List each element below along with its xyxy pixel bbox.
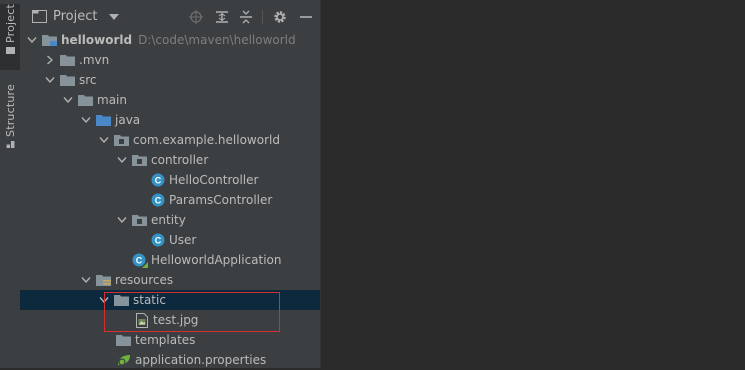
structure-tool-tab[interactable]: Structure xyxy=(0,84,20,154)
svg-text:C: C xyxy=(155,176,162,186)
tree-label: .mvn xyxy=(79,53,110,67)
tree-label: HelloController xyxy=(169,173,259,187)
project-tool-tab[interactable]: Project xyxy=(0,4,20,70)
tree-label: templates xyxy=(135,333,196,347)
chevron-down-icon xyxy=(80,274,92,286)
package-icon xyxy=(114,132,130,148)
tree-label: main xyxy=(97,93,127,107)
chevron-down-icon xyxy=(26,34,38,46)
structure-icon xyxy=(6,140,14,148)
spring-boot-class-icon: C xyxy=(132,252,148,268)
package-icon xyxy=(132,152,148,168)
tree-node-project-root[interactable]: helloworld D:\code\maven\helloworld xyxy=(20,30,326,50)
expand-all-icon xyxy=(216,11,228,23)
project-tab-label: Project xyxy=(3,4,17,44)
crosshair-icon xyxy=(189,10,203,24)
svg-text:C: C xyxy=(155,196,162,206)
chevron-down-icon xyxy=(44,74,56,86)
tree-label: com.example.helloworld xyxy=(133,133,280,147)
tree-label: HelloworldApplication xyxy=(151,253,282,267)
tree-label: User xyxy=(169,233,197,247)
dropdown-caret-icon xyxy=(109,13,120,20)
tree-node-main[interactable]: main xyxy=(20,90,362,110)
tree-label: resources xyxy=(115,273,174,287)
tree-label: ParamsController xyxy=(169,193,273,207)
tree-label: controller xyxy=(151,153,209,167)
chevron-down-icon xyxy=(98,294,110,306)
editor-area[interactable] xyxy=(321,0,745,368)
tree-label: src xyxy=(79,73,97,87)
minimize-icon xyxy=(300,16,312,18)
project-name: helloworld xyxy=(61,33,133,47)
folder-icon xyxy=(114,292,130,308)
project-panel: Project helloworld D:\code\maven\hellowo… xyxy=(20,0,321,368)
package-icon xyxy=(132,212,148,228)
panel-header: Project xyxy=(20,0,320,34)
settings-button[interactable] xyxy=(272,9,288,25)
source-folder-icon xyxy=(96,112,112,128)
spring-properties-icon xyxy=(116,352,132,368)
structure-tab-label: Structure xyxy=(3,84,17,137)
folder-icon xyxy=(60,72,76,88)
hide-panel-button[interactable] xyxy=(298,9,314,25)
expand-all-button[interactable] xyxy=(214,9,230,25)
tree-node-src[interactable]: src xyxy=(20,70,344,90)
tree-label: java xyxy=(115,113,141,127)
collapse-all-button[interactable] xyxy=(238,9,254,25)
tree-label: application.properties xyxy=(135,353,267,367)
image-file-icon xyxy=(134,312,150,328)
view-selector[interactable]: Project xyxy=(32,9,120,24)
gear-icon xyxy=(274,11,286,23)
java-class-icon: C xyxy=(150,172,166,188)
collapse-all-icon xyxy=(240,10,252,24)
svg-text:C: C xyxy=(155,236,162,246)
tree-label: test.jpg xyxy=(153,313,199,327)
folder-icon xyxy=(116,332,132,348)
folder-icon xyxy=(5,47,15,55)
chevron-right-icon xyxy=(44,54,56,66)
tree-label: entity xyxy=(151,213,186,227)
project-path: D:\code\maven\helloworld xyxy=(138,33,296,47)
chevron-down-icon xyxy=(98,134,110,146)
header-divider xyxy=(262,10,263,24)
project-folder-icon xyxy=(32,10,47,23)
resources-folder-icon xyxy=(96,272,112,288)
folder-icon xyxy=(60,52,76,68)
panel-title: Project xyxy=(53,9,98,24)
chevron-down-icon xyxy=(62,94,74,106)
module-folder-icon xyxy=(42,32,58,48)
folder-icon xyxy=(78,92,94,108)
left-tool-strip: Project Structure xyxy=(0,0,21,368)
java-class-icon: C xyxy=(150,232,166,248)
chevron-down-icon xyxy=(116,154,128,166)
svg-text:C: C xyxy=(136,256,143,266)
java-class-icon: C xyxy=(150,192,166,208)
locate-file-button[interactable] xyxy=(188,9,204,25)
chevron-down-icon xyxy=(80,114,92,126)
chevron-down-icon xyxy=(116,214,128,226)
tree-node-static[interactable]: static xyxy=(20,290,320,310)
tree-label: static xyxy=(133,293,166,307)
tree-node-mvn[interactable]: .mvn xyxy=(20,50,344,70)
